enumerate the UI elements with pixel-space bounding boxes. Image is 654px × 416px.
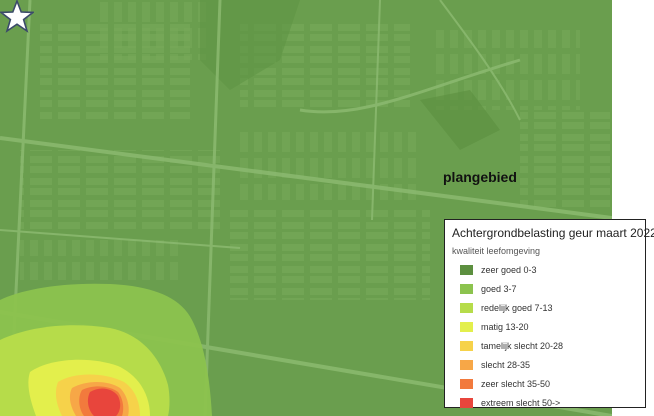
legend-items: zeer goed 0-3 goed 3-7 redelijk goed 7-1… (452, 260, 638, 412)
star-icon[interactable] (0, 0, 34, 34)
legend-label: tamelijk slecht 20-28 (481, 340, 564, 351)
legend-swatch (460, 321, 473, 332)
legend-label: zeer goed 0-3 (481, 264, 537, 275)
legend-label: extreem slecht 50-> (481, 397, 561, 408)
legend-item: redelijk goed 7-13 (452, 298, 638, 317)
legend-label: matig 13-20 (481, 321, 529, 332)
legend-panel: Achtergrondbelasting geur maart 2022 kwa… (444, 219, 654, 408)
legend-label: zeer slecht 35-50 (481, 378, 551, 389)
legend-swatch (460, 283, 473, 294)
legend-item: zeer slecht 35-50 (452, 374, 638, 393)
legend-item: extreem slecht 50-> (452, 393, 638, 412)
legend-swatch (460, 340, 473, 351)
legend-label: goed 3-7 (481, 283, 517, 294)
legend-item: zeer goed 0-3 (452, 260, 638, 279)
legend-title: Achtergrondbelasting geur maart 2022 (452, 226, 654, 240)
legend-item: goed 3-7 (452, 279, 638, 298)
legend-swatch (460, 359, 473, 370)
legend-swatch (460, 302, 473, 313)
legend-item: tamelijk slecht 20-28 (452, 336, 638, 355)
legend-label: redelijk goed 7-13 (481, 302, 553, 313)
marker-label: plangebied (443, 169, 517, 185)
legend-swatch (460, 397, 473, 408)
legend-item: matig 13-20 (452, 317, 638, 336)
legend-swatch (460, 264, 473, 275)
legend-swatch (460, 378, 473, 389)
legend-subtitle: kwaliteit leefomgeving (452, 246, 541, 256)
legend-item: slecht 28-35 (452, 355, 638, 374)
legend-label: slecht 28-35 (481, 359, 531, 370)
